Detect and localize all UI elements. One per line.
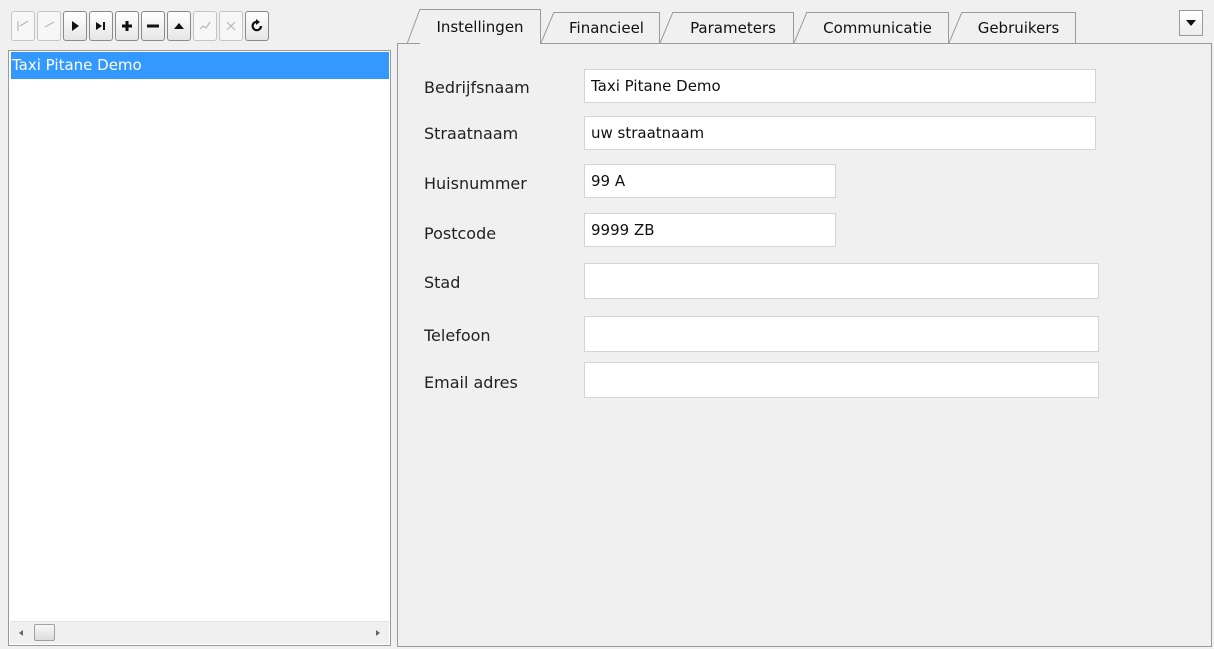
record-list-pane: Taxi Pitane Demo <box>0 0 397 649</box>
bedrijfsnaam-field[interactable] <box>584 69 1096 103</box>
cancel-edit-button[interactable] <box>219 11 243 41</box>
email-label: Email adres <box>424 373 518 392</box>
scrollbar-thumb[interactable] <box>34 624 55 641</box>
first-record-button[interactable] <box>11 11 35 41</box>
tab-gebruikers[interactable]: Gebruikers <box>962 12 1076 43</box>
scroll-right-button[interactable] <box>367 622 389 644</box>
tab-parameters[interactable]: Parameters <box>673 12 794 43</box>
delete-record-icon <box>147 24 159 28</box>
tab-menu-button[interactable] <box>1179 10 1203 36</box>
last-record-icon <box>96 22 105 30</box>
last-record-button[interactable] <box>89 11 113 41</box>
insert-record-icon <box>122 21 132 31</box>
edit-record-icon <box>174 23 184 29</box>
tab-edge-decoration <box>949 12 963 43</box>
next-record-icon <box>72 21 79 31</box>
email-field[interactable] <box>584 362 1099 398</box>
prior-record-button[interactable] <box>37 11 61 41</box>
list-item[interactable]: Taxi Pitane Demo <box>11 52 389 79</box>
tab-instellingen[interactable]: Instellingen <box>420 9 541 44</box>
tab-edge-decoration <box>541 12 555 43</box>
stad-label: Stad <box>424 273 461 292</box>
postcode-field[interactable] <box>584 213 836 247</box>
scroll-left-icon <box>19 630 23 636</box>
straatnaam-field[interactable] <box>584 116 1096 150</box>
bedrijfsnaam-label: Bedrijfsnaam <box>424 78 530 97</box>
tab-financieel[interactable]: Financieel <box>554 12 660 43</box>
scroll-right-icon <box>376 630 380 636</box>
chevron-down-icon <box>1186 20 1196 26</box>
tab-edge-decoration <box>407 9 421 44</box>
next-record-button[interactable] <box>63 11 87 41</box>
post-edit-button[interactable] <box>193 11 217 41</box>
telefoon-label: Telefoon <box>424 326 491 345</box>
first-record-icon <box>17 20 29 31</box>
huisnummer-field[interactable] <box>584 164 836 198</box>
edit-record-button[interactable] <box>167 11 191 41</box>
instellingen-panel: Bedrijfsnaam Straatnaam Huisnummer Postc… <box>397 43 1212 647</box>
insert-record-button[interactable] <box>115 11 139 41</box>
post-edit-icon <box>199 21 211 30</box>
tab-edge-decoration <box>660 12 674 43</box>
telefoon-field[interactable] <box>584 316 1099 352</box>
stad-field[interactable] <box>584 263 1099 299</box>
scroll-left-button[interactable] <box>10 622 32 644</box>
huisnummer-label: Huisnummer <box>424 174 527 193</box>
refresh-button[interactable] <box>245 11 269 41</box>
company-list[interactable]: Taxi Pitane Demo <box>8 50 391 646</box>
refresh-icon <box>251 19 263 32</box>
settings-tabs: Instellingen Financieel Parameters Commu… <box>397 0 1214 649</box>
straatnaam-label: Straatnaam <box>424 124 519 143</box>
postcode-label: Postcode <box>424 224 497 243</box>
tab-edge-decoration <box>794 12 808 43</box>
prior-record-icon <box>44 21 55 28</box>
tab-communicatie[interactable]: Communicatie <box>807 12 949 43</box>
cancel-edit-icon <box>226 21 236 31</box>
delete-record-button[interactable] <box>141 11 165 41</box>
horizontal-scrollbar[interactable] <box>10 621 389 644</box>
